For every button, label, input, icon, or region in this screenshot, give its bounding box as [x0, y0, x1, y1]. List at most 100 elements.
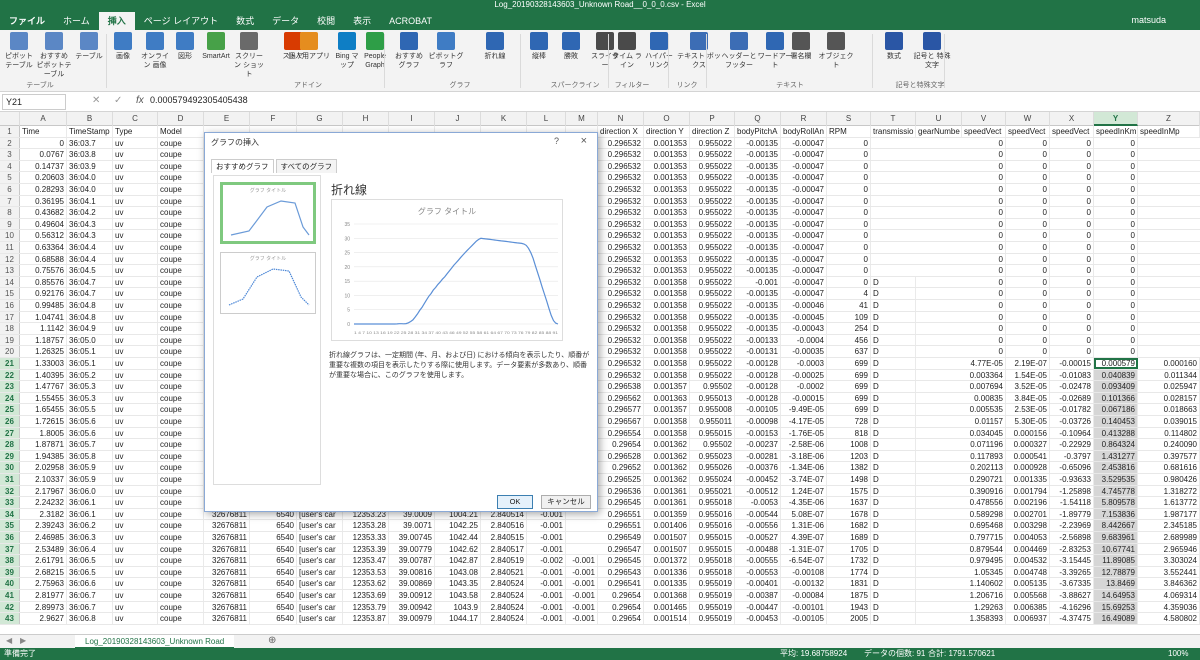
- cell-f35[interactable]: 6540: [250, 520, 297, 531]
- cell-s35[interactable]: 1682: [827, 520, 871, 531]
- cell-q43[interactable]: -0.00453: [735, 613, 781, 624]
- cell-o14[interactable]: 0.001358: [644, 276, 690, 288]
- cell-s13[interactable]: 0: [827, 265, 871, 276]
- textbox-button[interactable]: テキスト ボックス: [676, 32, 722, 70]
- cell-a32[interactable]: 2.17967: [20, 485, 67, 497]
- cell-w11[interactable]: 0: [1006, 242, 1050, 253]
- cell-n15[interactable]: 0.296532: [598, 288, 644, 299]
- cell-d15[interactable]: coupe: [158, 288, 204, 299]
- cell-z26[interactable]: 0.039015: [1138, 416, 1200, 427]
- cell-c34[interactable]: uv: [113, 508, 158, 520]
- row-header[interactable]: 26: [0, 416, 20, 427]
- row-header[interactable]: 12: [0, 253, 20, 265]
- cell-q10[interactable]: -0.00135: [735, 230, 781, 241]
- cell-i36[interactable]: 39.00745: [389, 532, 435, 543]
- cell-t27[interactable]: D: [871, 427, 916, 439]
- cell-n17[interactable]: 0.296532: [598, 311, 644, 323]
- cell-v22[interactable]: 0.003364: [962, 369, 1006, 381]
- header-cell-a[interactable]: Time: [20, 126, 67, 137]
- cell-n2[interactable]: 0.296532: [598, 137, 644, 149]
- row-header[interactable]: 43: [0, 613, 20, 624]
- cell-c2[interactable]: uv: [113, 137, 158, 149]
- cell-d26[interactable]: coupe: [158, 416, 204, 427]
- cell-e41[interactable]: 32676811: [204, 590, 250, 601]
- cell-q14[interactable]: -0.001: [735, 276, 781, 288]
- cell-w30[interactable]: 0.000928: [1006, 462, 1050, 473]
- cell-t24[interactable]: D: [871, 392, 916, 404]
- cell-g36[interactable]: [user's car: [297, 532, 343, 543]
- cell-q34[interactable]: -0.00544: [735, 508, 781, 520]
- cell-t14[interactable]: D: [871, 276, 916, 288]
- cell-q26[interactable]: -0.00098: [735, 416, 781, 427]
- cell-t21[interactable]: D: [871, 358, 916, 369]
- cell-v8[interactable]: 0: [962, 207, 1006, 218]
- cell-n8[interactable]: 0.296532: [598, 207, 644, 218]
- cell-p43[interactable]: 0.955019: [690, 613, 735, 624]
- cell-s33[interactable]: 1637: [827, 497, 871, 508]
- cell-v2[interactable]: 0: [962, 137, 1006, 149]
- cell-x7[interactable]: 0: [1050, 195, 1094, 207]
- cell-d6[interactable]: coupe: [158, 184, 204, 195]
- cell-c8[interactable]: uv: [113, 207, 158, 218]
- cell-b14[interactable]: 36:04.7: [67, 276, 113, 288]
- cell-n31[interactable]: 0.296525: [598, 474, 644, 485]
- cell-a21[interactable]: 1.33003: [20, 358, 67, 369]
- cell-n32[interactable]: 0.296536: [598, 485, 644, 497]
- cell-q37[interactable]: -0.00488: [735, 543, 781, 555]
- cell-v3[interactable]: 0: [962, 149, 1006, 160]
- cell-d18[interactable]: coupe: [158, 323, 204, 334]
- formula-value[interactable]: 0.000579492305405438: [150, 95, 248, 105]
- cell-t22[interactable]: D: [871, 369, 916, 381]
- cell-d31[interactable]: coupe: [158, 474, 204, 485]
- cell-r23[interactable]: -0.0002: [781, 381, 827, 392]
- cell-d10[interactable]: coupe: [158, 230, 204, 241]
- column-header-g[interactable]: G: [297, 112, 343, 126]
- cell-b26[interactable]: 36:05.6: [67, 416, 113, 427]
- column-header-d[interactable]: D: [158, 112, 204, 126]
- sheet-prev-icon[interactable]: ◀: [6, 636, 12, 645]
- cell-d23[interactable]: coupe: [158, 381, 204, 392]
- cell-t36[interactable]: D: [871, 532, 916, 543]
- cell-x43[interactable]: -4.37475: [1050, 613, 1094, 624]
- cell-q4[interactable]: -0.00135: [735, 160, 781, 172]
- cell-h41[interactable]: 12353.69: [343, 590, 389, 601]
- cell-x17[interactable]: 0: [1050, 311, 1094, 323]
- cell-w10[interactable]: 0: [1006, 230, 1050, 241]
- cell-t35[interactable]: D: [871, 520, 916, 531]
- cell-r34[interactable]: 5.08E-07: [781, 508, 827, 520]
- cell-y24[interactable]: 0.101366: [1094, 392, 1138, 404]
- row-header[interactable]: 36: [0, 532, 20, 543]
- cell-c27[interactable]: uv: [113, 427, 158, 439]
- cell-q35[interactable]: -0.00556: [735, 520, 781, 531]
- cell-h39[interactable]: 12353.53: [343, 566, 389, 578]
- cell-e35[interactable]: 32676811: [204, 520, 250, 531]
- cell-t33[interactable]: D: [871, 497, 916, 508]
- cell-p14[interactable]: 0.955022: [690, 276, 735, 288]
- cell-s32[interactable]: 1575: [827, 485, 871, 497]
- column-header-o[interactable]: O: [644, 112, 690, 126]
- cell-f40[interactable]: 6540: [250, 578, 297, 589]
- cell-z22[interactable]: 0.011344: [1138, 369, 1200, 381]
- cell-c20[interactable]: uv: [113, 346, 158, 357]
- cell-s43[interactable]: 2005: [827, 613, 871, 624]
- cell-e36[interactable]: 32676811: [204, 532, 250, 543]
- cell-y33[interactable]: 5.809578: [1094, 497, 1138, 508]
- cell-l43[interactable]: -0.001: [527, 613, 566, 624]
- cell-p39[interactable]: 0.955018: [690, 566, 735, 578]
- cell-v17[interactable]: 0: [962, 311, 1006, 323]
- cell-f43[interactable]: 6540: [250, 613, 297, 624]
- cell-w12[interactable]: 0: [1006, 253, 1050, 265]
- cell-b15[interactable]: 36:04.7: [67, 288, 113, 299]
- cell-g40[interactable]: [user's car: [297, 578, 343, 589]
- cell-p22[interactable]: 0.955022: [690, 369, 735, 381]
- cell-d13[interactable]: coupe: [158, 265, 204, 276]
- cell-r29[interactable]: -3.18E-06: [781, 450, 827, 462]
- cell-p35[interactable]: 0.955016: [690, 520, 735, 531]
- cell-o11[interactable]: 0.001353: [644, 242, 690, 253]
- row-header[interactable]: 34: [0, 508, 20, 520]
- header-cell-w[interactable]: speedVect: [1006, 126, 1050, 137]
- cell-v20[interactable]: 0: [962, 346, 1006, 357]
- cell-o37[interactable]: 0.001507: [644, 543, 690, 555]
- cell-p3[interactable]: 0.955022: [690, 149, 735, 160]
- cell-s26[interactable]: 728: [827, 416, 871, 427]
